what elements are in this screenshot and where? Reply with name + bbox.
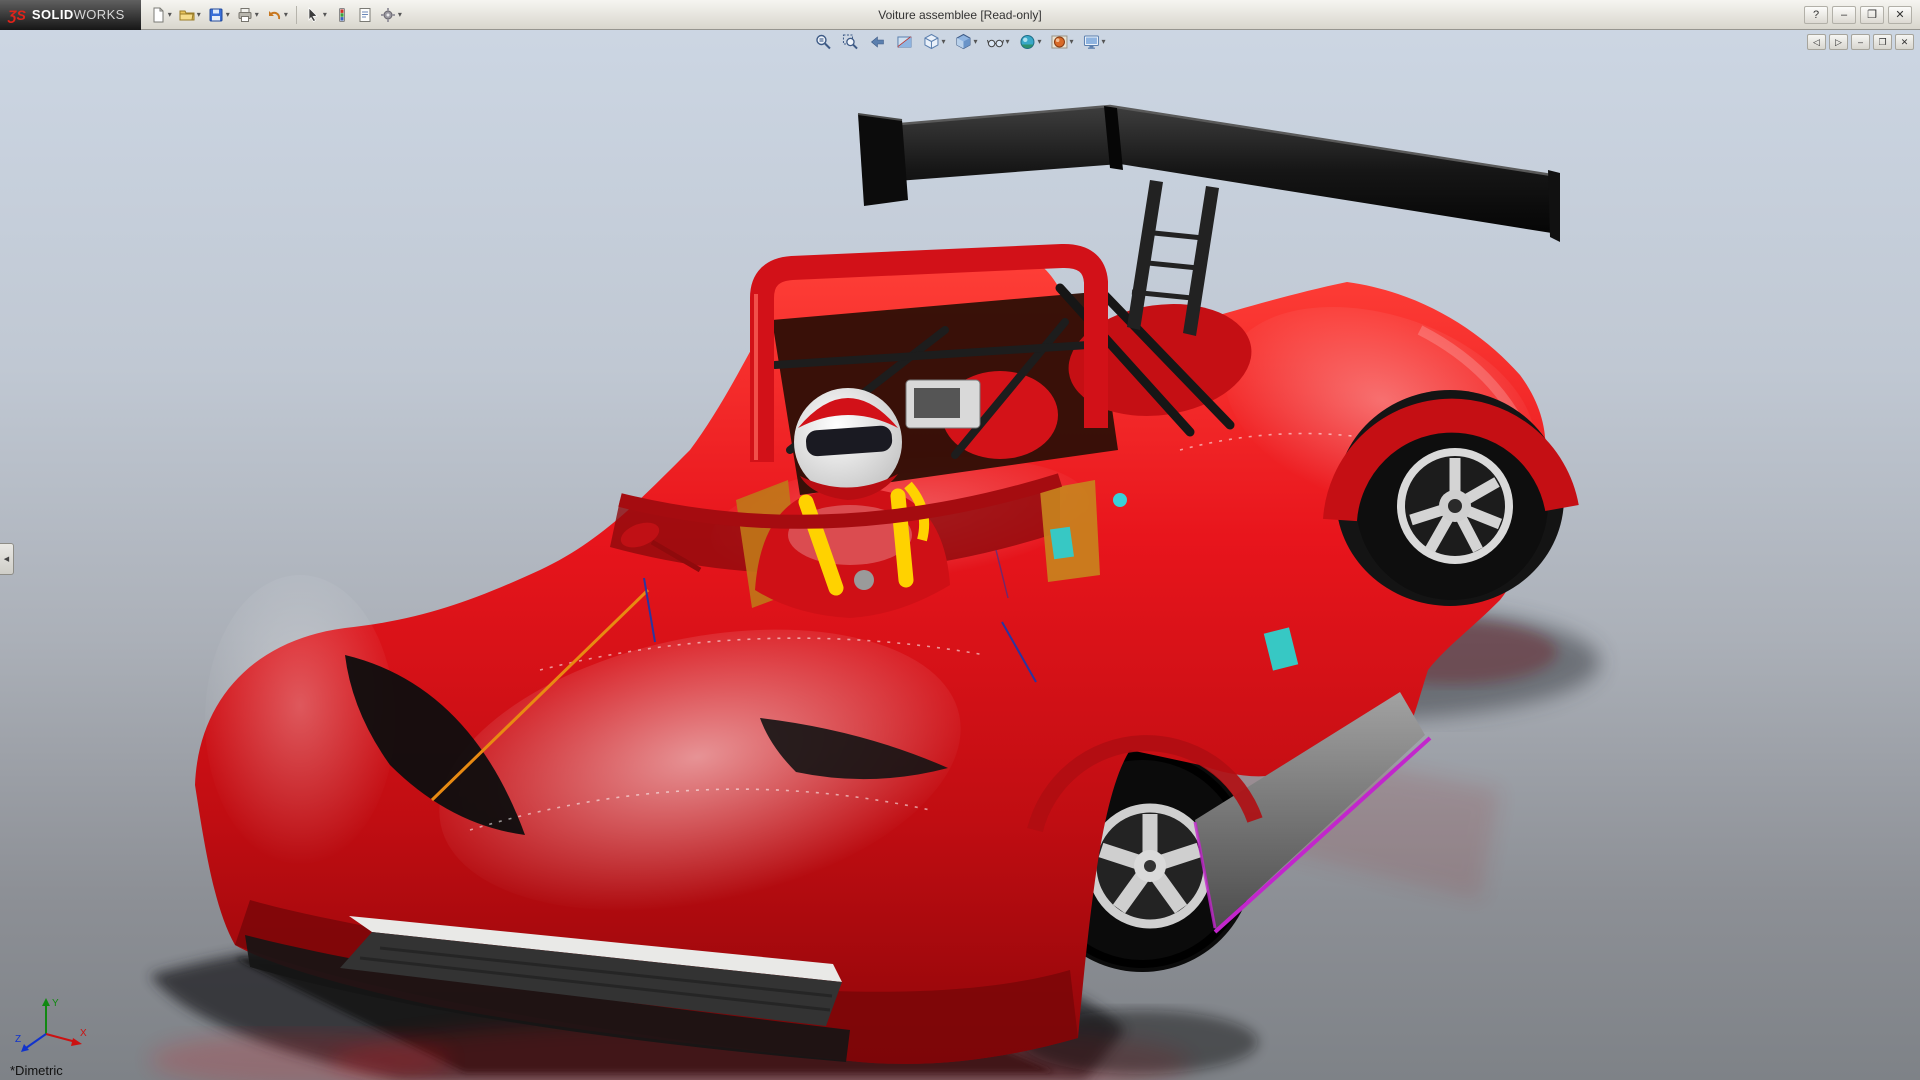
scene-sphere-icon (1051, 33, 1069, 51)
heads-up-toolbar: ▾ ▾ ▾ ▾ ▾ ▾ (812, 32, 1107, 52)
undo-arrow-icon (266, 7, 282, 23)
view-settings-button[interactable]: ▾ (1081, 32, 1108, 52)
previous-document-button[interactable]: ◁ (1807, 34, 1826, 50)
options-button[interactable]: ▾ (377, 5, 405, 25)
title-bar: ƷS SOLIDWORKS ▾ ▾ ▾ ▾ ▾ ▾ (0, 0, 1920, 30)
feature-panel-collapse-tab[interactable]: ◀ (0, 543, 14, 575)
save-floppy-icon (208, 7, 224, 23)
section-view-button[interactable] (893, 32, 915, 52)
printer-icon (237, 7, 253, 23)
orientation-triad: Y X Z (14, 994, 92, 1056)
document-title: Voiture assemblee [Read-only] (878, 8, 1041, 22)
save-button[interactable]: ▾ (205, 5, 233, 25)
standard-toolbar: ▾ ▾ ▾ ▾ ▾ ▾ ▾ (141, 5, 411, 25)
graphics-viewport[interactable]: ▾ ▾ ▾ ▾ ▾ ▾ ◁ ▷ – ❐ ✕ ◀ (0, 30, 1920, 1080)
new-document-button[interactable]: ▾ (147, 5, 175, 25)
view-orientation-label: *Dimetric (10, 1063, 63, 1078)
new-document-icon (150, 7, 166, 23)
triad-x-label: X (80, 1028, 87, 1039)
intake-mirror-box (906, 380, 980, 428)
section-view-icon (895, 33, 913, 51)
chevron-down-icon: ▾ (941, 38, 945, 46)
close-document-button[interactable]: ✕ (1895, 34, 1914, 50)
solidworks-logo: ƷS SOLIDWORKS (0, 0, 141, 30)
ds-logo-icon: ƷS (8, 7, 26, 23)
chevron-down-icon: ▾ (1005, 38, 1009, 46)
rear-wheel (1336, 390, 1564, 606)
zoom-to-area-icon (841, 33, 859, 51)
display-style-cube-icon (954, 33, 972, 51)
zoom-to-area-button[interactable] (839, 32, 861, 52)
minimize-document-button[interactable]: – (1851, 34, 1870, 50)
zoom-to-fit-icon (814, 33, 832, 51)
open-folder-icon (179, 7, 195, 23)
chevron-down-icon: ▾ (226, 11, 230, 19)
display-style-button[interactable]: ▾ (952, 32, 979, 52)
file-properties-button[interactable] (354, 5, 376, 25)
select-cursor-icon (305, 7, 321, 23)
monitor-icon (1083, 33, 1101, 51)
help-button[interactable]: ? (1804, 6, 1828, 24)
zoom-to-fit-button[interactable] (812, 32, 834, 52)
rebuild-colors-button[interactable] (331, 5, 353, 25)
hide-show-items-button[interactable]: ▾ (984, 32, 1011, 52)
glasses-icon (986, 33, 1004, 51)
triad-z-label: Z (15, 1034, 21, 1045)
window-controls: ? – ❐ ✕ (1804, 6, 1920, 24)
edit-appearance-button[interactable]: ▾ (1017, 32, 1044, 52)
chevron-down-icon: ▾ (197, 11, 201, 19)
file-properties-icon (357, 7, 373, 23)
car-model-render (0, 30, 1920, 1080)
previous-view-icon (868, 33, 886, 51)
brand-text: SOLIDWORKS (32, 7, 125, 22)
select-button[interactable]: ▾ (302, 5, 330, 25)
view-orientation-cube-icon (922, 33, 940, 51)
toolbar-separator (296, 6, 297, 24)
previous-view-button[interactable] (866, 32, 888, 52)
minimize-button[interactable]: – (1832, 6, 1856, 24)
restore-document-button[interactable]: ❐ (1873, 34, 1892, 50)
chevron-down-icon: ▾ (1038, 38, 1042, 46)
apply-scene-button[interactable]: ▾ (1049, 32, 1076, 52)
appearance-sphere-icon (1019, 33, 1037, 51)
chevron-down-icon: ▾ (1102, 38, 1106, 46)
chevron-down-icon: ▾ (398, 11, 402, 19)
print-button[interactable]: ▾ (234, 5, 262, 25)
triad-y-label: Y (52, 998, 59, 1009)
chevron-down-icon: ▾ (168, 11, 172, 19)
chevron-down-icon: ▾ (255, 11, 259, 19)
next-document-button[interactable]: ▷ (1829, 34, 1848, 50)
chevron-down-icon: ▾ (1070, 38, 1074, 46)
chevron-down-icon: ▾ (323, 11, 327, 19)
gear-icon (380, 7, 396, 23)
document-window-controls: ◁ ▷ – ❐ ✕ (1807, 34, 1914, 50)
view-orientation-button[interactable]: ▾ (920, 32, 947, 52)
close-button[interactable]: ✕ (1888, 6, 1912, 24)
rebuild-colors-icon (334, 7, 350, 23)
chevron-down-icon: ▾ (284, 11, 288, 19)
restore-button[interactable]: ❐ (1860, 6, 1884, 24)
chevron-down-icon: ▾ (973, 38, 977, 46)
undo-button[interactable]: ▾ (263, 5, 291, 25)
open-button[interactable]: ▾ (176, 5, 204, 25)
